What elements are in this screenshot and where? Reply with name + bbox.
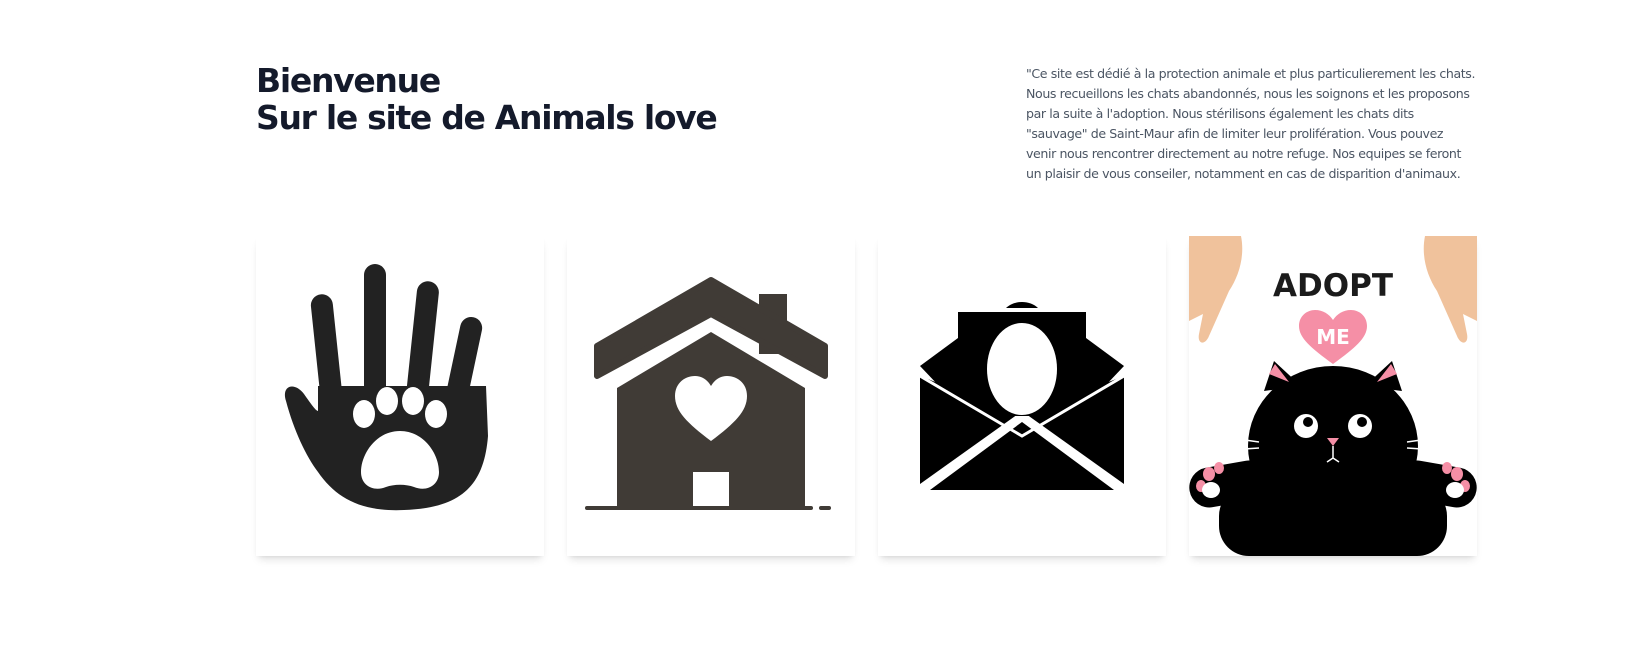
card-adopt-me[interactable]: ADOPT ME [1189,236,1477,556]
page-title: Bienvenue Sur le site de Animals love [256,61,718,137]
card-grid: ADOPT ME [256,236,1477,556]
me-text: ME [1316,325,1350,349]
hand-paw-icon [284,264,488,511]
card-hand-paw[interactable] [256,236,544,556]
envelope-egg-icon [919,302,1125,490]
house-heart-icon [585,277,831,510]
adopt-text: ADOPT [1273,268,1393,304]
card-house-heart[interactable] [567,236,855,556]
adopt-me-cat-icon: ADOPT ME [1189,236,1477,556]
title-line-1: Bienvenue [256,61,441,100]
card-envelope-egg[interactable] [878,236,1166,556]
intro-text: "Ce site est dédié à la protection anima… [1026,66,1476,181]
title-line-2: Sur le site de Animals love [256,98,718,137]
